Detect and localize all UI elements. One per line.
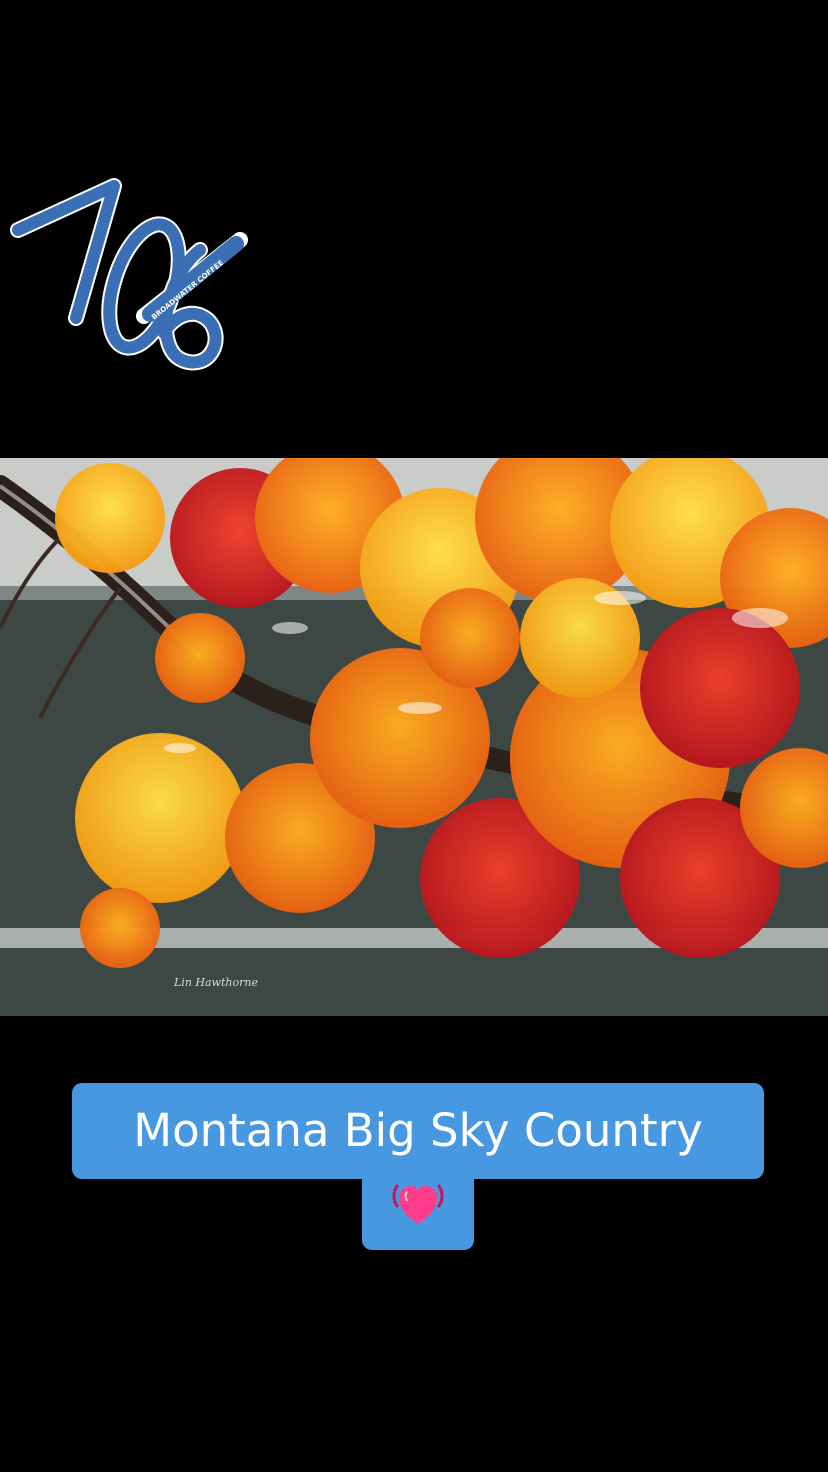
brand-logo: BROADWATER COFFEE [4, 168, 254, 390]
photo-credit: Lin Hawthorne [174, 976, 258, 989]
beating-heart-icon [391, 1178, 445, 1230]
broadwater-coffee-706-logo: BROADWATER COFFEE [10, 178, 248, 371]
caption-text: Montana Big Sky Country [72, 1083, 764, 1179]
video-frame[interactable] [0, 458, 828, 1016]
autumn-leaves-photo [0, 458, 828, 1016]
video-screen[interactable]: BROADWATER COFFEE Lin Hawthorne Montana … [0, 0, 828, 1472]
caption-emoji-box [362, 1172, 474, 1250]
